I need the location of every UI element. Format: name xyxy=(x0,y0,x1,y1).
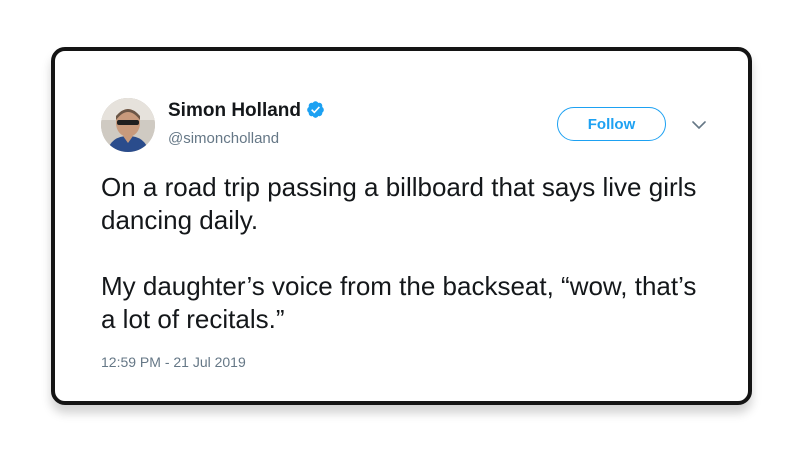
follow-button[interactable]: Follow xyxy=(557,107,666,141)
author-display-name[interactable]: Simon Holland xyxy=(168,100,301,121)
author-name[interactable]: Simon Holland xyxy=(168,100,325,122)
avatar[interactable] xyxy=(101,98,155,152)
verified-badge-icon xyxy=(307,101,324,118)
tweet-text: On a road trip passing a billboard that … xyxy=(101,171,701,336)
tweet-paragraph: On a road trip passing a billboard that … xyxy=(101,172,697,235)
author-handle[interactable]: @simoncholland xyxy=(168,130,279,147)
tweet-timestamp[interactable]: 12:59 PM - 21 Jul 2019 xyxy=(101,354,246,370)
avatar-photo xyxy=(101,98,155,152)
tweet-card: Simon Holland @simoncholland Follow On a… xyxy=(51,47,752,405)
chevron-down-icon[interactable] xyxy=(692,120,706,130)
tweet-paragraph: My daughter’s voice from the backseat, “… xyxy=(101,271,697,334)
